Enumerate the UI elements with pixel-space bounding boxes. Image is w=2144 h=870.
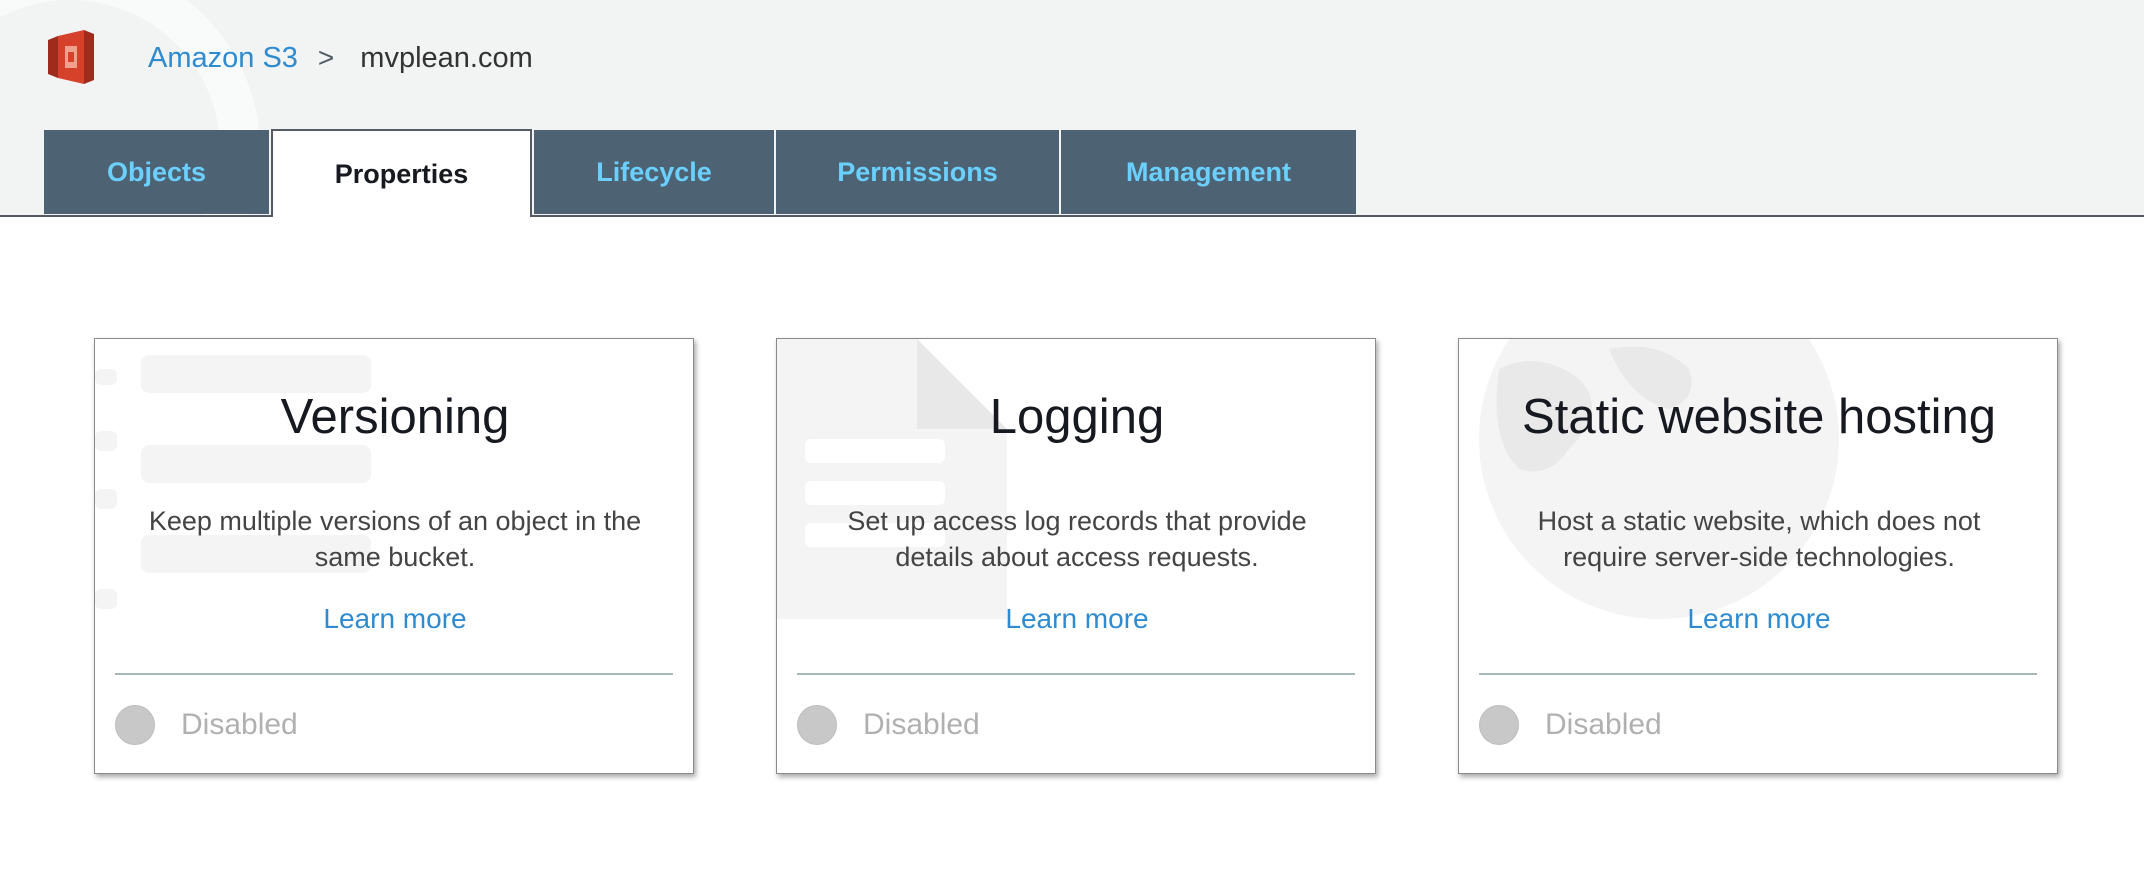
amazon-s3-bucket-icon[interactable]	[42, 26, 100, 88]
status-label: Disabled	[863, 708, 980, 741]
status-label: Disabled	[181, 708, 298, 741]
card-title: Versioning	[280, 390, 510, 444]
breadcrumb: Amazon S3 > mvplean.com	[148, 38, 533, 78]
logging-status-toggle[interactable]: Disabled	[797, 703, 980, 747]
radio-circle-icon[interactable]	[1479, 705, 1519, 745]
radio-circle-icon[interactable]	[115, 705, 155, 745]
tab-properties[interactable]: Properties	[271, 129, 532, 217]
card-description: Set up access log records that provide d…	[847, 506, 1307, 572]
card-description: Keep multiple versions of an object in t…	[148, 506, 642, 572]
card-static-website-hosting: Static website hosting Host a static web…	[1458, 338, 2058, 774]
static-website-hosting-status-toggle[interactable]: Disabled	[1479, 703, 1662, 747]
status-label: Disabled	[1545, 708, 1662, 741]
card-versioning: Versioning Keep multiple versions of an …	[94, 338, 694, 774]
breadcrumb-current-bucket: mvplean.com	[360, 41, 533, 74]
card-divider	[1479, 673, 2037, 675]
versioning-status-toggle[interactable]: Disabled	[115, 703, 298, 747]
breadcrumb-link-amazon-s3[interactable]: Amazon S3	[148, 42, 298, 75]
card-title: Static website hosting	[1522, 390, 1996, 444]
card-divider	[115, 673, 673, 675]
tab-lifecycle[interactable]: Lifecycle	[534, 130, 774, 214]
tab-management[interactable]: Management	[1061, 130, 1356, 214]
radio-circle-icon[interactable]	[797, 705, 837, 745]
learn-more-link[interactable]: Learn more	[777, 603, 1375, 635]
chevron-right-icon: >	[317, 42, 335, 73]
learn-more-link[interactable]: Learn more	[95, 603, 693, 635]
tab-permissions[interactable]: Permissions	[776, 130, 1059, 214]
card-title: Logging	[989, 390, 1165, 444]
card-logging: Logging Set up access log records that p…	[776, 338, 1376, 774]
tab-objects[interactable]: Objects	[44, 130, 269, 214]
card-description: Host a static website, which does not re…	[1537, 506, 1981, 572]
card-divider	[797, 673, 1355, 675]
learn-more-link[interactable]: Learn more	[1459, 603, 2057, 635]
